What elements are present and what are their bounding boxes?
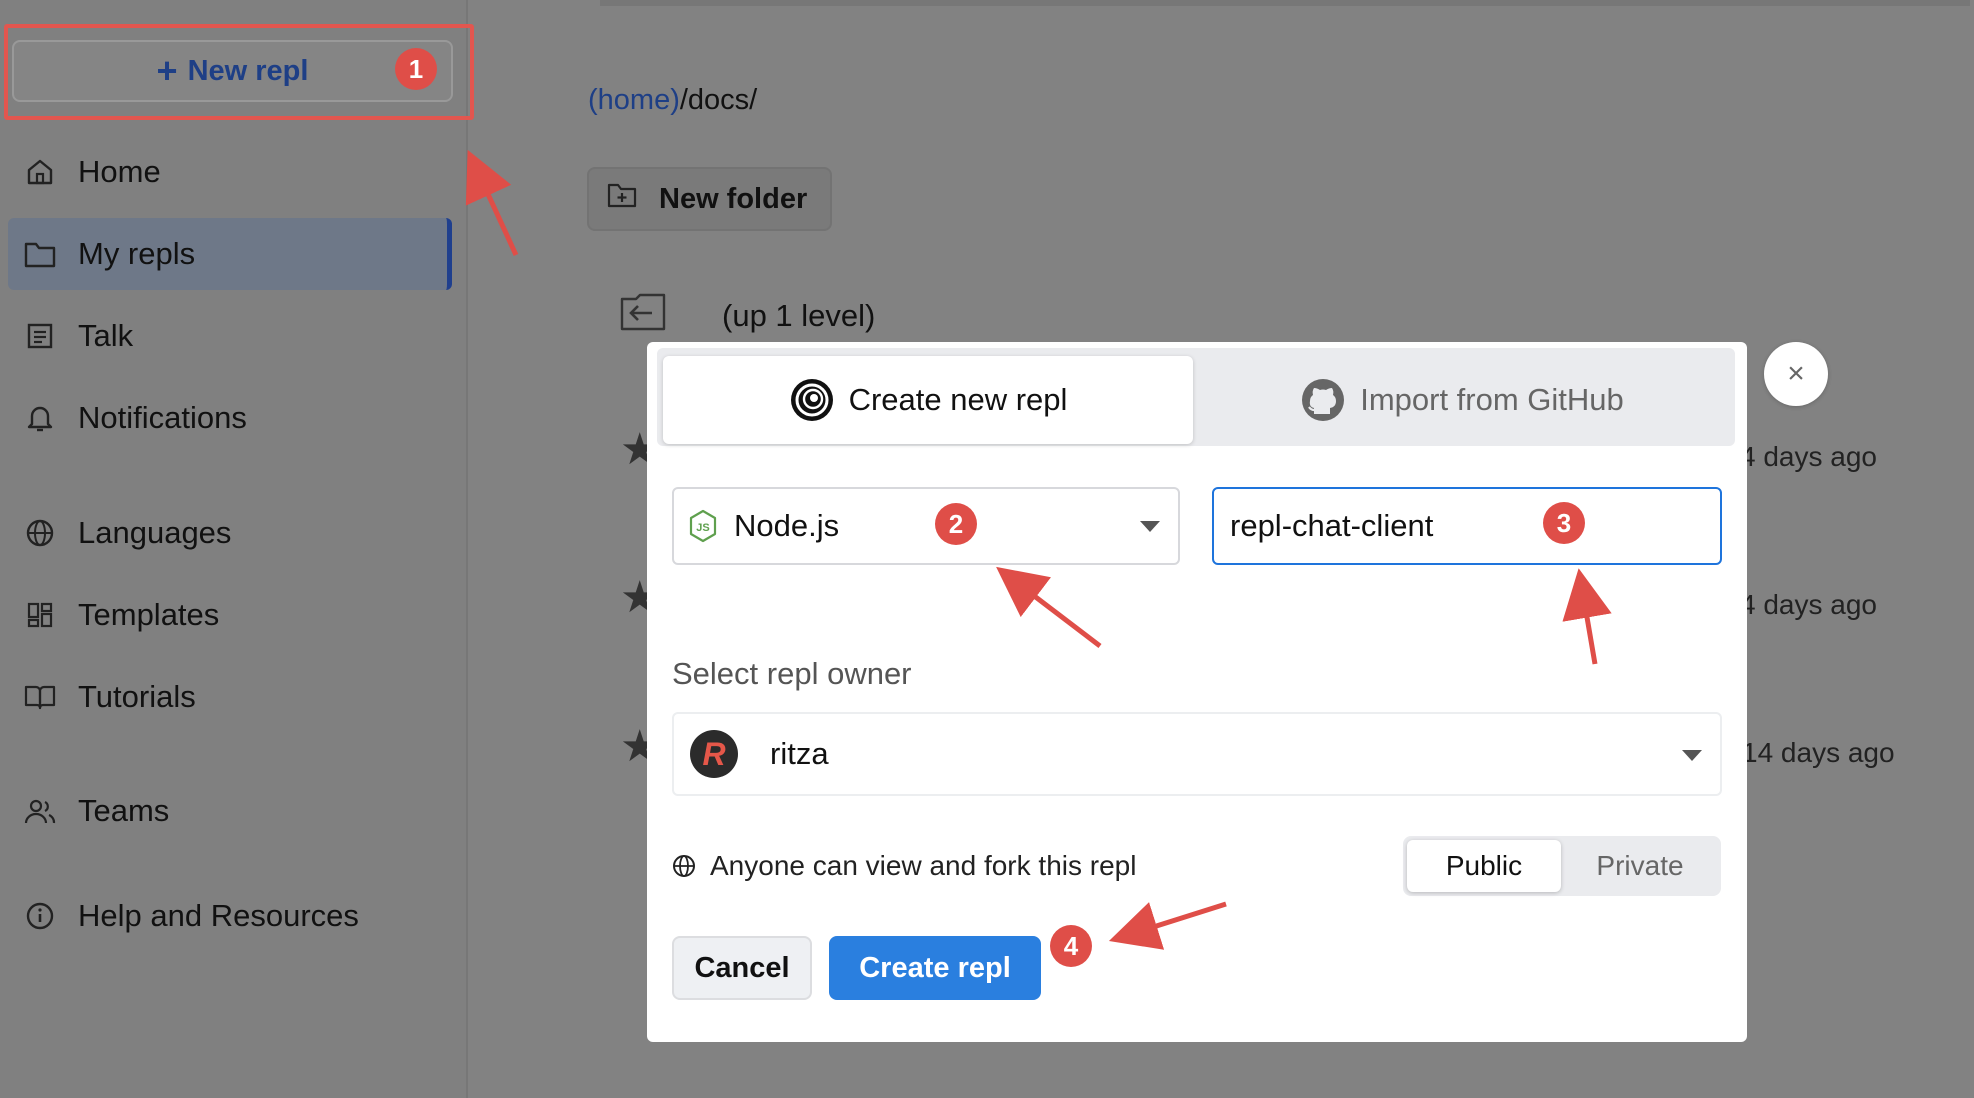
repl-updated-time: 4 days ago xyxy=(1740,441,1877,472)
bell-icon xyxy=(22,400,58,436)
new-folder-label: New folder xyxy=(659,182,808,215)
language-select[interactable]: JS Node.js xyxy=(672,487,1180,565)
cancel-button[interactable]: Cancel xyxy=(672,936,812,1000)
breadcrumb-path: /docs/ xyxy=(679,84,758,116)
svg-text:JS: JS xyxy=(696,522,709,534)
breadcrumb-home-link[interactable]: (home) xyxy=(588,84,680,116)
modal-tabs: Create new repl Import from GitHub xyxy=(657,348,1735,446)
breadcrumb: (home)/docs/ xyxy=(588,84,757,117)
sidebar-item-tutorials[interactable]: Tutorials xyxy=(8,661,452,733)
annotation-badge: 3 xyxy=(1543,502,1585,544)
sidebar-item-label: Help and Resources xyxy=(78,898,359,933)
sidebar-item-help[interactable]: Help and Resources xyxy=(8,880,452,952)
globe-icon xyxy=(22,515,58,551)
talk-icon xyxy=(22,318,58,354)
sidebar-item-teams[interactable]: Teams xyxy=(8,775,452,847)
people-icon xyxy=(22,793,58,829)
annotation-badge: 4 xyxy=(1050,925,1092,967)
chevron-down-icon xyxy=(1682,750,1702,761)
github-icon xyxy=(1300,377,1346,423)
folder-plus-icon xyxy=(607,182,637,216)
tab-label: Import from GitHub xyxy=(1360,382,1624,417)
sidebar-item-my-repls[interactable]: My repls xyxy=(8,218,452,290)
visibility-toggle: Public Private xyxy=(1403,836,1721,896)
avatar: R xyxy=(690,730,738,778)
owner-select-value: ritza xyxy=(770,736,829,771)
owner-label: Select repl owner xyxy=(672,656,912,691)
sidebar-item-label: Home xyxy=(78,154,161,189)
sidebar-item-label: Notifications xyxy=(78,400,247,435)
sidebar-item-label: Templates xyxy=(78,597,220,632)
tab-label: Create new repl xyxy=(848,382,1068,417)
visibility-private-option[interactable]: Private xyxy=(1563,840,1717,892)
tab-create-new-repl[interactable]: Create new repl xyxy=(663,356,1193,444)
repl-name-input[interactable] xyxy=(1212,487,1722,565)
sidebar-item-templates[interactable]: Templates xyxy=(8,579,452,651)
templates-icon xyxy=(22,597,58,633)
tab-import-from-github[interactable]: Import from GitHub xyxy=(1197,356,1727,444)
repl-updated-time: 14 days ago xyxy=(1742,737,1895,768)
close-icon[interactable]: × xyxy=(1764,342,1828,406)
sidebar-item-talk[interactable]: Talk xyxy=(8,300,452,372)
top-divider xyxy=(600,0,1970,6)
new-folder-button[interactable]: New folder xyxy=(587,167,832,231)
chevron-down-icon xyxy=(1140,521,1160,532)
language-select-value: Node.js xyxy=(734,508,840,543)
sidebar: + New repl Home My repls Talk Notificati… xyxy=(0,0,474,1098)
globe-icon xyxy=(672,854,696,878)
annotation-arrow xyxy=(465,149,519,257)
visibility-description: Anyone can view and fork this repl xyxy=(672,850,1136,882)
create-repl-button[interactable]: Create repl xyxy=(829,936,1041,1000)
folder-icon xyxy=(22,236,58,272)
repl-updated-time: 4 days ago xyxy=(1740,589,1877,620)
info-icon xyxy=(22,898,58,934)
sidebar-item-languages[interactable]: Languages xyxy=(8,497,452,569)
visibility-text: Anyone can view and fork this repl xyxy=(710,850,1137,881)
owner-select[interactable]: R ritza xyxy=(672,712,1722,796)
sidebar-item-label: Teams xyxy=(78,793,170,828)
replit-icon xyxy=(789,377,835,423)
sidebar-item-label: Talk xyxy=(78,318,134,353)
sidebar-item-notifications[interactable]: Notifications xyxy=(8,382,452,454)
sidebar-item-home[interactable]: Home xyxy=(8,136,452,208)
folder-back-icon xyxy=(620,293,666,339)
sidebar-item-label: My repls xyxy=(78,236,196,271)
annotation-badge: 2 xyxy=(935,503,977,545)
nodejs-icon: JS xyxy=(688,509,718,543)
up-level-label: (up 1 level) xyxy=(722,298,876,333)
sidebar-item-label: Tutorials xyxy=(78,679,196,714)
up-level-row[interactable]: (up 1 level) xyxy=(620,293,875,339)
book-icon xyxy=(22,679,58,715)
sidebar-item-label: Languages xyxy=(78,515,232,550)
home-icon xyxy=(22,154,58,190)
visibility-public-option[interactable]: Public xyxy=(1407,840,1561,892)
create-repl-modal: Create new repl Import from GitHub JS No… xyxy=(647,342,1747,1042)
annotation-badge: 1 xyxy=(395,48,437,90)
